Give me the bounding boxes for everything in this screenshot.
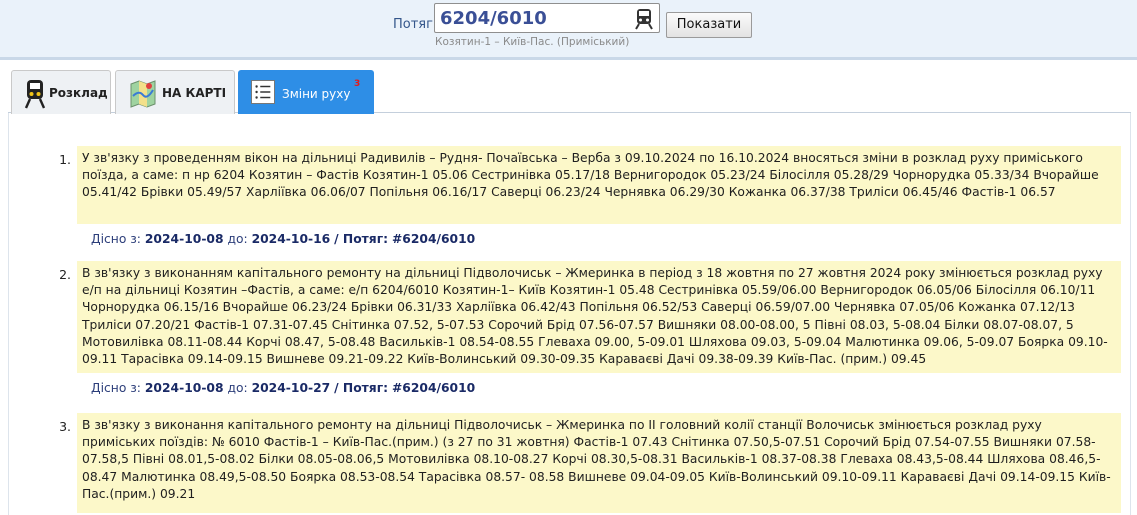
- validity-line: Дісно з: 2024-10-08 до: 2024-10-16 / Пот…: [91, 232, 475, 246]
- tab-changes[interactable]: Зміни руху 3: [238, 70, 374, 114]
- item-number: 1.: [59, 152, 71, 167]
- tab-map[interactable]: НА КАРТІ: [115, 70, 235, 114]
- notice-text: У зв'язку з проведенням вікон на дільниц…: [77, 146, 1121, 224]
- valid-from-date: 2024-10-08: [144, 381, 224, 395]
- item-number: 2.: [59, 267, 71, 282]
- changes-count-badge: 3: [354, 79, 361, 89]
- notice-text: В зв'язку з виконання капітального ремон…: [77, 413, 1121, 513]
- train-ref-label: / Потяг:: [334, 381, 389, 395]
- train-label: Потяг: [393, 17, 433, 32]
- tab-schedule[interactable]: Розклад: [11, 70, 111, 114]
- train-icon: [24, 80, 46, 109]
- valid-to-date: 2024-10-16: [251, 232, 331, 246]
- valid-to-label: до:: [227, 232, 248, 246]
- train-input-value[interactable]: 6204/6010: [440, 8, 547, 29]
- train-ref-label: / Потяг:: [334, 232, 389, 246]
- list-icon: [251, 80, 275, 104]
- valid-to-date: 2024-10-27: [251, 381, 331, 395]
- train-ref: #6204/6010: [391, 381, 476, 395]
- tab-schedule-label: Розклад: [49, 86, 108, 100]
- route-subtitle: Козятин-1 – Київ-Пас. (Приміський): [435, 36, 630, 48]
- valid-to-label: до:: [227, 381, 248, 395]
- changes-list: 1. У зв'язку з проведенням вікон на діль…: [8, 113, 1131, 515]
- valid-from-label: Дісно з:: [91, 381, 141, 395]
- tab-map-label: НА КАРТІ: [162, 86, 227, 100]
- item-number: 3.: [59, 419, 71, 434]
- train-icon: [635, 9, 653, 30]
- validity-line: Дісно з: 2024-10-08 до: 2024-10-27 / Пот…: [91, 381, 475, 395]
- notice-text: В зв'язку з виконанням капітального ремо…: [77, 261, 1121, 373]
- map-icon: [130, 80, 156, 108]
- search-bar: Потяг 6204/6010 Козятин-1 – Київ-Пас. (П…: [0, 0, 1137, 60]
- valid-from-label: Дісно з:: [91, 232, 141, 246]
- tab-bar: Розклад НА КАРТІ Зміни руху 3: [8, 66, 1131, 114]
- show-button[interactable]: Показати: [666, 12, 752, 38]
- train-input[interactable]: 6204/6010: [434, 3, 660, 33]
- tab-changes-label: Зміни руху: [282, 87, 351, 101]
- train-ref: #6204/6010: [391, 232, 476, 246]
- valid-from-date: 2024-10-08: [144, 232, 224, 246]
